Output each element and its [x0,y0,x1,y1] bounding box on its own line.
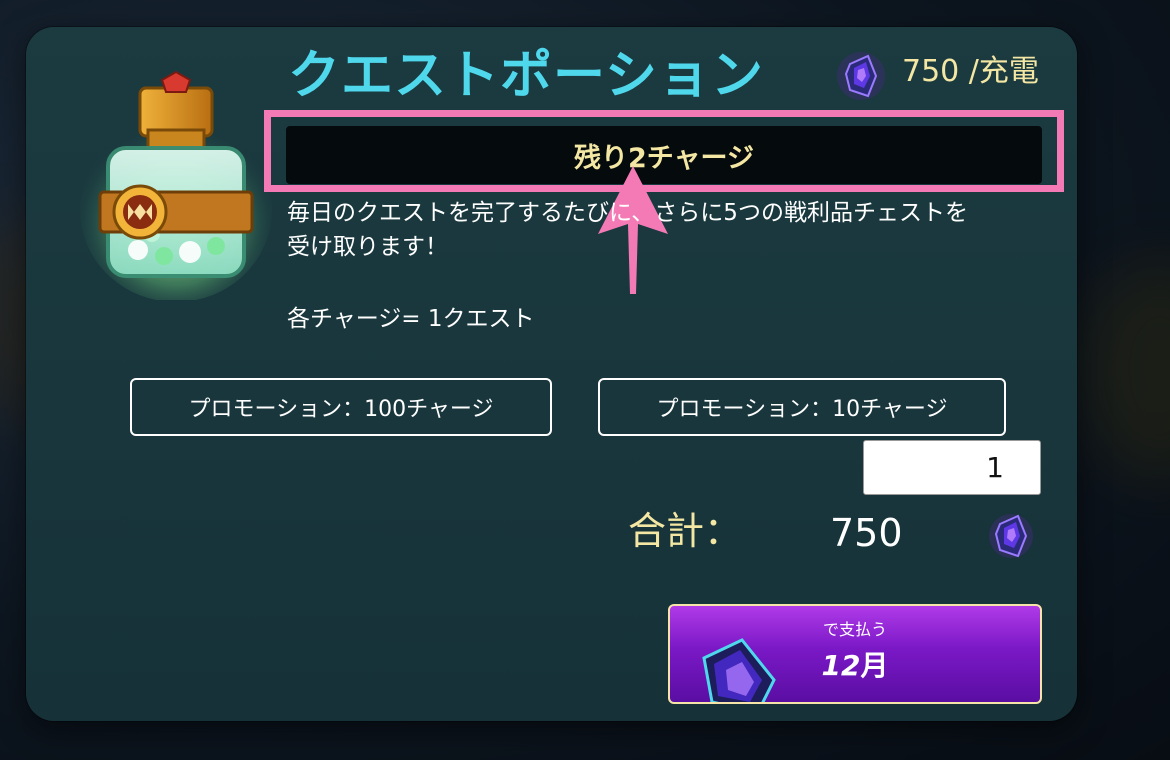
item-description: 毎日のクエストを完了するたびに、さらに5つの戦利品チェストを 受け取ります！ [287,196,1047,264]
promo-100-charges-button[interactable]: プロモーション：100チャージ [130,378,552,436]
gem-icon [989,514,1033,558]
description-line: 受け取ります！ [287,234,448,260]
pay-button-number: 12 [821,649,861,682]
background-glow [1080,260,1170,480]
item-title: クエストポーション [288,46,764,106]
total-label: 合計： [628,509,743,553]
quantity-input[interactable] [863,440,1041,495]
charge-equivalence-text: 各チャージ= 1クエスト [287,306,535,332]
total-value: 750 [830,511,903,555]
price-per-charge: 750 /充電 [902,54,1039,89]
quest-potion-icon [80,70,272,300]
promo-10-charges-button[interactable]: プロモーション：10チャージ [598,378,1006,436]
pay-button-unit: 月 [860,649,889,682]
pay-button[interactable]: で支払う 12月 [668,604,1042,704]
pay-button-main-label: 12月 [670,648,1040,684]
promo-button-label: プロモーション：100チャージ [188,397,494,422]
promo-button-label: プロモーション：10チャージ [656,397,948,422]
pay-button-sublabel: で支払う [822,620,887,639]
gem-icon [837,52,885,100]
description-line: 毎日のクエストを完了するたびに、さらに5つの戦利品チェストを [287,200,968,226]
